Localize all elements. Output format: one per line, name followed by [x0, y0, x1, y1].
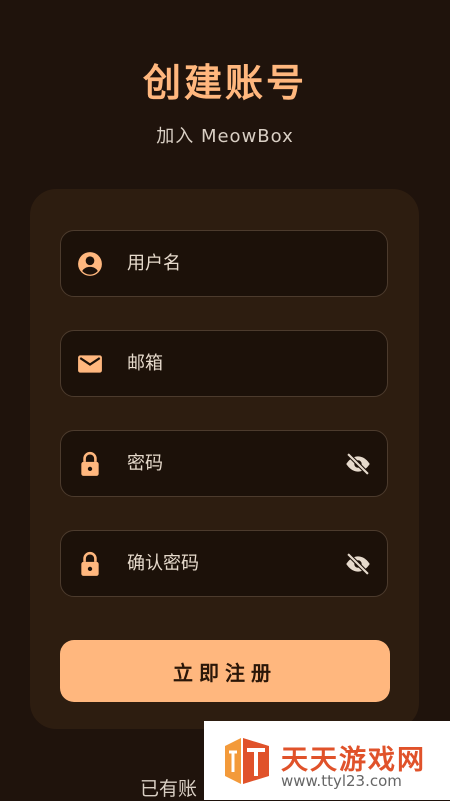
email-placeholder: 邮箱 — [127, 353, 163, 374]
lock-icon — [81, 451, 99, 476]
confirm-password-field[interactable]: 确认密码 — [60, 530, 388, 597]
page-subtitle: 加入 MeowBox — [156, 126, 294, 147]
email-field[interactable]: 邮箱 — [60, 330, 388, 397]
page-title: 创建账号 — [142, 61, 307, 105]
username-field[interactable]: 用户名 — [60, 230, 388, 297]
watermark-url: www.ttyl23.com — [281, 772, 402, 790]
watermark: 天天游戏网 www.ttyl23.com — [204, 721, 450, 800]
password-field[interactable]: 密码 — [60, 430, 388, 497]
confirm-password-placeholder: 确认密码 — [127, 553, 199, 574]
account-circle-icon — [78, 252, 102, 276]
eye-off-icon[interactable] — [343, 450, 373, 478]
username-placeholder: 用户名 — [127, 253, 181, 274]
watermark-logo-icon — [225, 738, 269, 784]
password-placeholder: 密码 — [127, 453, 163, 474]
login-prompt[interactable]: 已有账 — [140, 774, 197, 801]
eye-off-icon[interactable] — [343, 550, 373, 578]
register-button[interactable]: 立即注册 — [60, 640, 390, 702]
mail-icon — [78, 355, 102, 373]
lock-icon — [81, 551, 99, 576]
